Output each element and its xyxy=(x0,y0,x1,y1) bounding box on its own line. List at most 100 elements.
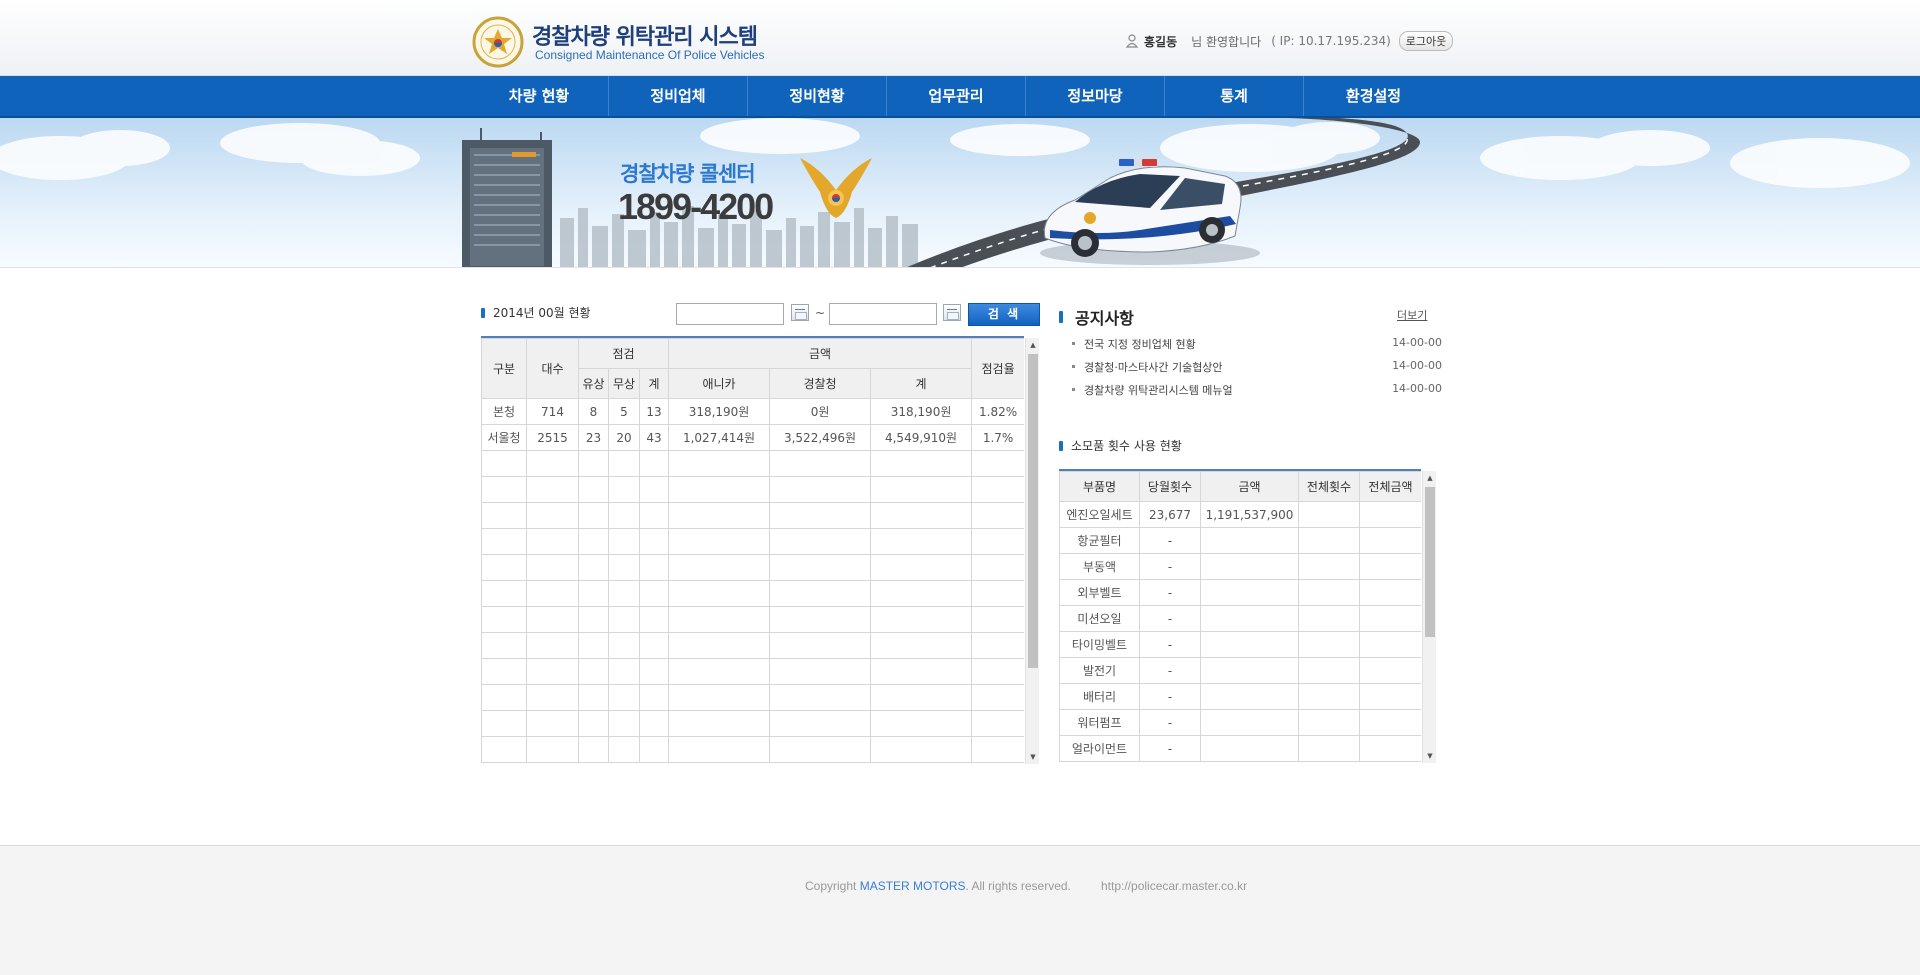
copyright-prefix: Copyright xyxy=(805,879,860,893)
cell-amount-total xyxy=(870,580,973,607)
cell-rate xyxy=(971,658,1024,685)
logout-button[interactable]: 로그아웃 xyxy=(1398,31,1454,51)
cell-part-name: 엔진오일세트 xyxy=(1059,501,1140,528)
table-row[interactable]: 미션오일 - xyxy=(1059,605,1421,632)
cell-paid: 8 xyxy=(578,398,609,425)
table-row[interactable] xyxy=(481,528,1024,555)
status-table-scrollbar[interactable]: ▲ ▼ xyxy=(1025,338,1039,764)
table-row[interactable]: 엔진오일세트 23,677 1,191,537,900 xyxy=(1059,501,1421,528)
cell-total-amount xyxy=(1359,527,1421,554)
nav-item-repair-status[interactable]: 정비현황 xyxy=(748,76,887,116)
table-row[interactable] xyxy=(481,658,1024,685)
cell-amount xyxy=(1200,605,1299,632)
scroll-up-icon[interactable]: ▲ xyxy=(1026,338,1040,352)
cell-inspection-total xyxy=(638,606,670,633)
table-row[interactable]: 외부벨트 - xyxy=(1059,579,1421,606)
cell-category: 서울청 xyxy=(481,424,527,451)
scroll-thumb[interactable] xyxy=(1425,487,1435,637)
cell-free xyxy=(608,658,640,685)
table-row[interactable] xyxy=(481,632,1024,659)
cell-amount-total xyxy=(870,476,973,503)
table-row[interactable]: 워터펌프 - xyxy=(1059,709,1421,736)
cell-category xyxy=(481,632,527,659)
notice-item-date: 14-00-00 xyxy=(1392,336,1442,349)
cell-police xyxy=(769,554,872,581)
cell-total-count xyxy=(1298,657,1360,684)
site-title[interactable]: 경찰차량 위탁관리 시스템 xyxy=(532,19,758,51)
calendar-icon[interactable] xyxy=(943,304,961,321)
table-row[interactable] xyxy=(481,580,1024,607)
nav-item-statistics[interactable]: 통계 xyxy=(1165,76,1304,116)
cell-inspection-total xyxy=(638,684,670,711)
col-header-paid: 유상 xyxy=(578,368,609,399)
notice-item[interactable]: 경찰청·마스타사간 기술협상안 14-00-00 xyxy=(1072,359,1442,375)
cell-total-count xyxy=(1298,709,1360,736)
calendar-icon[interactable] xyxy=(791,304,809,321)
table-row[interactable] xyxy=(481,606,1024,633)
scroll-up-icon[interactable]: ▲ xyxy=(1423,471,1437,485)
cell-paid xyxy=(578,632,609,659)
consumables-table-body: 엔진오일세트 23,677 1,191,537,900 항균필터 - 부동액 - 외부벨트 - 미… xyxy=(1059,501,1421,762)
table-row[interactable] xyxy=(481,736,1024,763)
col-header-total-amount: 전체금액 xyxy=(1359,471,1421,502)
notice-item-text[interactable]: 경찰청·마스타사간 기술협상안 xyxy=(1084,359,1223,375)
main-nav: 차량 현황 정비업체 정비현황 업무관리 정보마당 통계 환경설정 xyxy=(0,76,1920,118)
table-row[interactable]: 얼라이먼트 - xyxy=(1059,735,1421,762)
site-subtitle: Consigned Maintenance Of Police Vehicles xyxy=(535,48,765,62)
cell-part-name: 항균필터 xyxy=(1059,527,1140,554)
table-row[interactable]: 서울청 2515 23 20 43 1,027,414원 3,522,496원 4,549,9… xyxy=(481,424,1024,451)
cell-inspection-total xyxy=(638,632,670,659)
cell-paid xyxy=(578,580,609,607)
cell-category xyxy=(481,736,527,763)
nav-item-work-management[interactable]: 업무관리 xyxy=(887,76,1026,116)
scroll-thumb[interactable] xyxy=(1028,354,1038,668)
cell-amount xyxy=(1200,735,1299,762)
nav-item-repair-shops[interactable]: 정비업체 xyxy=(609,76,748,116)
consumables-table-scrollbar[interactable]: ▲ ▼ xyxy=(1422,471,1436,763)
table-row[interactable]: 본청 714 8 5 13 318,190원 0원 318,190원 1.82% xyxy=(481,398,1024,425)
table-row[interactable] xyxy=(481,710,1024,737)
cell-amount xyxy=(1200,631,1299,658)
table-row[interactable]: 발전기 - xyxy=(1059,657,1421,684)
cell-anyca xyxy=(668,450,771,477)
status-table-container: 구분 대수 점검 금액 점검율 유상 무상 계 애니카 경찰청 계 본청 714 8… xyxy=(481,336,1024,766)
cell-police: 3,522,496원 xyxy=(769,424,872,451)
table-row[interactable]: 항균필터 - xyxy=(1059,527,1421,554)
scroll-down-icon[interactable]: ▼ xyxy=(1423,749,1437,763)
table-row[interactable] xyxy=(481,554,1024,581)
table-row[interactable] xyxy=(481,684,1024,711)
cell-anyca xyxy=(668,632,771,659)
cell-paid: 23 xyxy=(578,424,609,451)
table-row[interactable]: 부동액 - xyxy=(1059,553,1421,580)
table-row[interactable] xyxy=(481,502,1024,529)
search-button[interactable]: 검 색 xyxy=(968,303,1040,326)
nav-item-settings[interactable]: 환경설정 xyxy=(1304,76,1443,116)
table-row[interactable] xyxy=(481,450,1024,477)
notice-item-text[interactable]: 경찰차량 위탁관리시스템 메뉴얼 xyxy=(1084,382,1233,398)
date-to-input[interactable] xyxy=(829,303,937,325)
notice-item[interactable]: 경찰차량 위탁관리시스템 메뉴얼 14-00-00 xyxy=(1072,382,1442,398)
notice-item[interactable]: 전국 지정 정비업체 현황 14-00-00 xyxy=(1072,336,1442,352)
table-row[interactable]: 타이밍벨트 - xyxy=(1059,631,1421,658)
cell-count: 2515 xyxy=(526,424,579,451)
cell-inspection-total: 13 xyxy=(638,398,670,425)
scroll-down-icon[interactable]: ▼ xyxy=(1026,750,1040,764)
police-emblem-icon[interactable] xyxy=(472,16,524,68)
nav-item-info-center[interactable]: 정보마당 xyxy=(1026,76,1165,116)
notice-item-text[interactable]: 전국 지정 정비업체 현황 xyxy=(1084,336,1196,352)
col-header-inspection-total: 계 xyxy=(638,368,670,399)
cell-free xyxy=(608,528,640,555)
date-from-input[interactable] xyxy=(676,303,784,325)
cell-amount xyxy=(1200,709,1299,736)
cell-rate: 1.82% xyxy=(971,398,1024,425)
list-bullet xyxy=(1072,388,1075,391)
table-row[interactable]: 배터리 - xyxy=(1059,683,1421,710)
notice-more-link[interactable]: 더보기 xyxy=(1397,307,1427,323)
nav-item-vehicle-status[interactable]: 차량 현황 xyxy=(470,76,609,116)
cell-monthly-count: - xyxy=(1139,683,1201,710)
user-name: 홍길동 xyxy=(1144,34,1178,49)
cell-count xyxy=(526,736,579,763)
table-row[interactable] xyxy=(481,476,1024,503)
cell-police xyxy=(769,528,872,555)
greeting-text: 님 환영합니다 xyxy=(1191,34,1262,49)
